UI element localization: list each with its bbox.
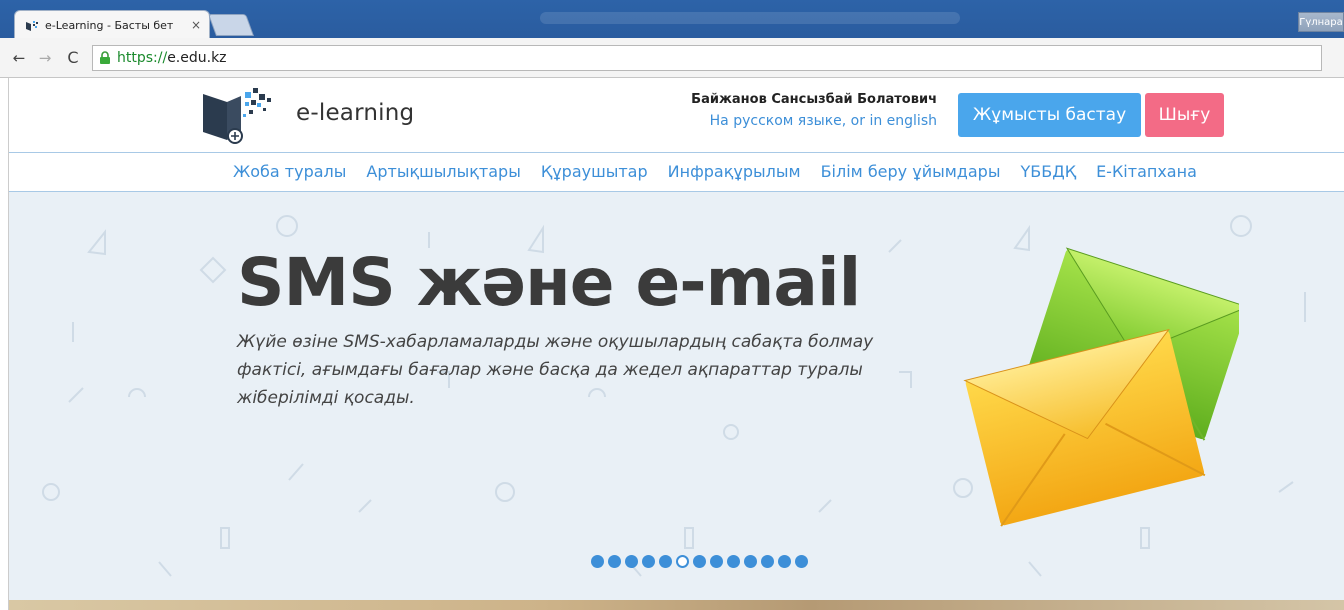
nav-item-components[interactable]: Құраушытар bbox=[541, 162, 648, 181]
nav-item-ubbdk[interactable]: ҮББДҚ bbox=[1020, 162, 1076, 181]
web-page: e-learning Байжанов Сансызбай Болатович … bbox=[8, 78, 1344, 610]
carousel-dot[interactable] bbox=[591, 555, 604, 568]
browser-tab[interactable]: e-Learning - Басты бет × bbox=[14, 10, 210, 38]
site-header: e-learning Байжанов Сансызбай Болатович … bbox=[9, 78, 1344, 152]
tab-title: e-Learning - Басты бет bbox=[45, 19, 174, 32]
carousel-dot[interactable] bbox=[608, 555, 621, 568]
browser-toolbar: ← → C https://e.edu.kz bbox=[0, 38, 1344, 78]
carousel-dot[interactable] bbox=[659, 555, 672, 568]
start-work-button[interactable]: Жұмысты бастау bbox=[958, 93, 1141, 137]
nav-item-infrastructure[interactable]: Инфрақұрылым bbox=[668, 162, 801, 181]
user-info: Байжанов Сансызбай Болатович На русском … bbox=[609, 92, 937, 129]
hero-slider: SMS және e-mail Жүйе өзіне SMS-хабарлама… bbox=[9, 192, 1344, 600]
main-navigation: Жоба туралы Артықшылықтары Құраушытар Ин… bbox=[9, 152, 1344, 192]
new-tab-button[interactable] bbox=[207, 14, 255, 36]
carousel-dot[interactable] bbox=[795, 555, 808, 568]
nav-item-advantages[interactable]: Артықшылықтары bbox=[366, 162, 520, 181]
address-bar[interactable]: https://e.edu.kz bbox=[92, 44, 1322, 71]
profile-button[interactable]: Гүлнара bbox=[1298, 12, 1344, 32]
envelopes-icon bbox=[963, 247, 1239, 527]
language-links[interactable]: На русском языке, or in english bbox=[609, 113, 937, 129]
browser-tab-strip: e-Learning - Басты бет × Гүлнара bbox=[0, 0, 1344, 38]
back-arrow-icon[interactable]: ← bbox=[8, 47, 30, 69]
tab-close-icon[interactable]: × bbox=[191, 18, 201, 32]
logo-text[interactable]: e-learning bbox=[296, 100, 414, 126]
hero-title: SMS және e-mail bbox=[237, 244, 861, 321]
hero-description: Жүйе өзіне SMS-хабарламаларды және оқушы… bbox=[237, 332, 874, 408]
carousel-pagination bbox=[591, 555, 812, 568]
url-host: e.edu.kz bbox=[167, 49, 227, 66]
carousel-dot[interactable] bbox=[625, 555, 638, 568]
lock-icon bbox=[99, 50, 111, 65]
url-scheme: https:// bbox=[117, 49, 168, 66]
carousel-dot[interactable] bbox=[693, 555, 706, 568]
nav-item-e-library[interactable]: Е-Кітапхана bbox=[1096, 162, 1197, 181]
url-text: https://e.edu.kz bbox=[117, 50, 227, 66]
nav-item-about[interactable]: Жоба туралы bbox=[233, 162, 346, 181]
carousel-dot[interactable] bbox=[761, 555, 774, 568]
next-section-preview bbox=[9, 600, 1344, 610]
nav-item-education-organizations[interactable]: Білім беру ұйымдары bbox=[821, 162, 1001, 181]
window-title-area bbox=[540, 12, 960, 24]
elearning-favicon-icon bbox=[25, 20, 39, 32]
forward-arrow-icon[interactable]: → bbox=[34, 47, 56, 69]
user-name: Байжанов Сансызбай Болатович bbox=[691, 92, 937, 107]
reload-icon[interactable]: C bbox=[62, 47, 84, 69]
carousel-dot[interactable] bbox=[676, 555, 689, 568]
carousel-dot[interactable] bbox=[710, 555, 723, 568]
carousel-dot[interactable] bbox=[778, 555, 791, 568]
logout-button[interactable]: Шығу bbox=[1145, 93, 1224, 137]
carousel-dot[interactable] bbox=[727, 555, 740, 568]
carousel-dot[interactable] bbox=[744, 555, 757, 568]
elearning-logo-icon[interactable] bbox=[197, 86, 287, 144]
carousel-dot[interactable] bbox=[642, 555, 655, 568]
